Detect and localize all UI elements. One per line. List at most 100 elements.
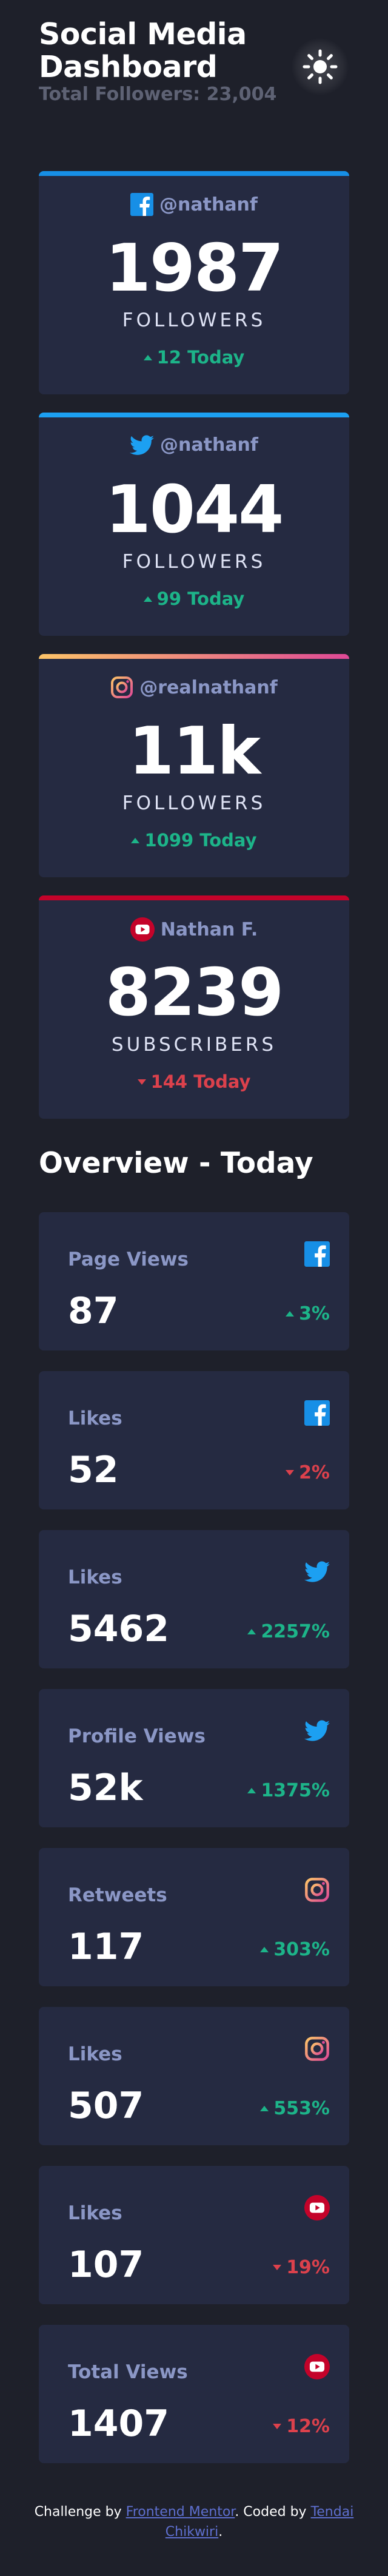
frontend-mentor-link[interactable]: Frontend Mentor	[126, 2504, 235, 2520]
theme-toggle-button[interactable]	[291, 38, 349, 96]
metric-value: 52	[68, 1449, 119, 1491]
card-accent-bar	[39, 895, 349, 900]
card-handle-row: @realnathanf	[39, 676, 349, 699]
instagram-followers-card[interactable]: @realnathanf 11k FOLLOWERS 1099 Today	[39, 654, 349, 877]
metric-value: 5462	[68, 1608, 169, 1650]
twitter-icon	[130, 434, 155, 455]
subscriber-count: 8239	[105, 955, 284, 1031]
youtube-icon	[304, 2354, 330, 2379]
instagram-icon	[111, 676, 133, 698]
card-handle-row: Nathan F.	[39, 917, 349, 942]
daily-change: 144 Today	[39, 1071, 349, 1092]
metric-change-value: 12%	[286, 2416, 330, 2437]
metric-change-value: 3%	[299, 1303, 330, 1324]
overview-card-facebook-likes[interactable]: Likes 52 2%	[39, 1371, 349, 1509]
facebook-icon	[130, 193, 154, 216]
card-handle: @realnathanf	[139, 676, 278, 698]
instagram-icon	[305, 2037, 329, 2061]
youtube-icon	[130, 917, 155, 942]
metric-label: Likes	[68, 2043, 122, 2065]
arrow-up-icon	[247, 1629, 256, 1634]
metric-label: Profile Views	[68, 1725, 206, 1747]
follower-count: 1987	[105, 231, 284, 306]
twitter-icon	[304, 1561, 330, 1582]
metric-label: Likes	[68, 1566, 122, 1588]
card-handle: Nathan F.	[160, 919, 258, 940]
metric-change-value: 303%	[273, 1939, 330, 1960]
metric-value: 107	[68, 2244, 144, 2286]
overview-card-twitter-likes[interactable]: Likes 5462 2257%	[39, 1530, 349, 1668]
facebook-icon	[304, 1400, 330, 1426]
metric-change-value: 553%	[273, 2098, 330, 2119]
count-unit: SUBSCRIBERS	[111, 1034, 277, 1056]
youtube-subscribers-card[interactable]: Nathan F. 8239 SUBSCRIBERS 144 Today	[39, 895, 349, 1119]
follower-count: 1044	[105, 472, 284, 548]
footer-middle: . Coded by	[235, 2504, 311, 2520]
overview-card-youtube-likes[interactable]: Likes 107 19%	[39, 2166, 349, 2304]
metric-change: 12%	[273, 2416, 330, 2437]
metric-label: Retweets	[68, 1884, 167, 1906]
metric-label: Total Views	[68, 2361, 188, 2383]
metric-change-value: 2257%	[261, 1621, 330, 1642]
daily-change: 99 Today	[39, 588, 349, 609]
metric-change-value: 19%	[286, 2257, 330, 2278]
twitter-followers-card[interactable]: @nathanf 1044 FOLLOWERS 99 Today	[39, 413, 349, 636]
facebook-followers-card[interactable]: @nathanf 1987 FOLLOWERS 12 Today	[39, 171, 349, 394]
follower-count: 11k	[128, 713, 261, 789]
overview-card-youtube-total-views[interactable]: Total Views 1407 12%	[39, 2325, 349, 2463]
metric-value: 117	[68, 1926, 144, 1968]
count-unit: FOLLOWERS	[122, 309, 266, 331]
footer-suffix: .	[218, 2524, 223, 2540]
arrow-up-icon	[143, 354, 152, 360]
facebook-icon	[304, 1241, 330, 1267]
daily-change: 12 Today	[39, 347, 349, 368]
arrow-up-icon	[260, 1947, 269, 1952]
metric-change-value: 2%	[299, 1462, 330, 1483]
sun-icon	[303, 49, 338, 84]
page-title: Social Media Dashboard	[39, 17, 247, 84]
card-handle-row: @nathanf	[39, 193, 349, 216]
card-handle: @nathanf	[160, 434, 258, 456]
metric-change-value: 1375%	[261, 1780, 330, 1801]
daily-change: 1099 Today	[39, 830, 349, 851]
metric-change: 2%	[286, 1462, 330, 1483]
metric-change: 553%	[260, 2098, 330, 2119]
metric-change: 19%	[273, 2257, 330, 2278]
arrow-down-icon	[286, 1470, 295, 1475]
card-handle-row: @nathanf	[39, 434, 349, 456]
attribution-footer: Challenge by Frontend Mentor. Coded by T…	[24, 2502, 364, 2542]
metric-value: 507	[68, 2085, 144, 2127]
metric-change: 1375%	[247, 1780, 330, 1801]
dashboard-header: Social Media Dashboard Total Followers: …	[39, 18, 349, 115]
instagram-icon	[305, 1878, 329, 1902]
metric-label: Page Views	[68, 1249, 189, 1270]
overview-card-twitter-profile-views[interactable]: Profile Views 52k 1375%	[39, 1689, 349, 1827]
daily-change-value: 12 Today	[156, 347, 245, 368]
youtube-icon	[304, 2195, 330, 2220]
card-handle: @nathanf	[159, 194, 258, 215]
overview-card-facebook-page-views[interactable]: Page Views 87 3%	[39, 1212, 349, 1350]
card-accent-bar	[39, 171, 349, 176]
daily-change-value: 1099 Today	[144, 830, 257, 851]
overview-card-instagram-likes[interactable]: Likes 507 553%	[39, 2007, 349, 2145]
count-unit: FOLLOWERS	[122, 551, 266, 573]
metric-value: 52k	[68, 1767, 143, 1809]
daily-change-value: 144 Today	[150, 1071, 251, 1092]
overview-card-instagram-retweets[interactable]: Retweets 117 303%	[39, 1848, 349, 1986]
metric-change: 303%	[260, 1939, 330, 1960]
metric-value: 1407	[68, 2402, 169, 2445]
overview-title: Overview - Today	[39, 1147, 313, 1180]
metric-change: 3%	[286, 1303, 330, 1324]
metric-label: Likes	[68, 1408, 122, 1429]
arrow-up-icon	[131, 837, 140, 843]
arrow-up-icon	[286, 1311, 295, 1317]
arrow-down-icon	[137, 1079, 146, 1085]
arrow-up-icon	[260, 2106, 269, 2111]
arrow-up-icon	[247, 1788, 256, 1793]
arrow-up-icon	[143, 596, 152, 602]
arrow-down-icon	[273, 2424, 282, 2429]
card-accent-bar	[39, 413, 349, 417]
count-unit: FOLLOWERS	[122, 792, 266, 814]
metric-change: 2257%	[247, 1621, 330, 1642]
arrow-down-icon	[273, 2265, 282, 2270]
